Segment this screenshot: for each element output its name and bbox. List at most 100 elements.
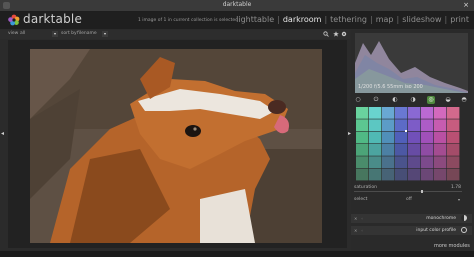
color-swatch (434, 156, 447, 169)
color-swatch (382, 156, 395, 169)
palette-icon[interactable]: ◎ (427, 96, 435, 104)
select-value[interactable]: off (406, 197, 412, 202)
sliders-icon[interactable]: ◒ (444, 96, 452, 104)
color-swatch (395, 168, 408, 181)
color-swatch (382, 131, 395, 144)
color-swatch (356, 107, 369, 119)
select-label: select (354, 197, 368, 202)
color-swatch (408, 144, 421, 156)
close-icon[interactable]: × (462, 1, 470, 9)
color-mapping-grid[interactable] (356, 107, 460, 181)
sort-label: sort by (61, 31, 77, 36)
window-titlebar: darktable × (0, 0, 474, 12)
color-swatch (408, 131, 421, 144)
photo-dog[interactable] (30, 49, 322, 243)
color-swatch (395, 156, 408, 169)
color-swatch (395, 107, 408, 119)
color-swatch (382, 168, 395, 181)
view-separator: | (370, 15, 373, 24)
color-swatch (434, 168, 447, 181)
power-icon[interactable]: ⏻ (372, 96, 380, 104)
color-swatch (356, 168, 369, 181)
saturation-slider[interactable] (354, 191, 462, 192)
search-icon[interactable] (323, 31, 329, 37)
color-swatch (447, 131, 460, 144)
color-swatch (408, 119, 421, 132)
profile-icon (461, 227, 467, 233)
module-monochrome[interactable]: ✕ ◦ monochrome (351, 214, 472, 223)
saturation-label: saturation (354, 185, 377, 190)
view-separator: | (277, 15, 280, 24)
color-swatch (382, 107, 395, 119)
more-modules-button[interactable]: more modules (434, 243, 470, 249)
color-wheel-icon[interactable]: ◑ (409, 96, 417, 104)
bottom-bar (0, 251, 474, 257)
color-swatch (421, 168, 434, 181)
color-swatch (369, 119, 382, 132)
color-swatch (356, 131, 369, 144)
color-swatch (421, 156, 434, 169)
color-swatch (369, 131, 382, 144)
color-swatch (421, 144, 434, 156)
color-swatch (395, 144, 408, 156)
histogram-exif-info: 1/200 f/5.6 55mm iso 200 (358, 84, 423, 90)
view-filter-dropdown[interactable]: ▾ (52, 31, 58, 37)
saturation-value: 1.78 (451, 185, 462, 190)
left-panel-toggle[interactable]: ◂ (1, 130, 4, 137)
module-input-color-profile[interactable]: ✕ ◦ input color profile (351, 226, 472, 235)
filter-bar: view all ▾ sort by filename ▾ (0, 30, 350, 39)
module-power-icon[interactable]: ◦ (361, 216, 363, 221)
view-print[interactable]: print (450, 15, 469, 24)
color-swatch (434, 119, 447, 132)
color-swatch (447, 144, 460, 156)
color-swatch (434, 107, 447, 119)
color-swatch (408, 107, 421, 119)
view-slideshow[interactable]: slideshow (402, 15, 441, 24)
darktable-logo (8, 14, 20, 26)
color-swatch (421, 119, 434, 132)
module-group-tabs: ○ ⏻ ◐ ◑ ◎ ◒ ◓ (352, 96, 472, 105)
color-swatch (382, 119, 395, 132)
module-name: monochrome (426, 216, 456, 221)
monochrome-icon (461, 215, 467, 221)
color-swatch (447, 168, 460, 181)
color-swatch (434, 131, 447, 144)
view-filter-label: view (8, 31, 19, 36)
color-swatch (421, 107, 434, 119)
color-swatch (408, 156, 421, 169)
color-swatch (369, 107, 382, 119)
module-close-icon[interactable]: ✕ (354, 228, 357, 233)
color-swatch (356, 156, 369, 169)
circle-half-icon[interactable]: ◓ (460, 96, 468, 104)
view-tethering[interactable]: tethering (330, 15, 367, 24)
color-swatch (447, 119, 460, 132)
color-swatch (434, 144, 447, 156)
color-swatch (395, 119, 408, 132)
view-lighttable[interactable]: lighttable (236, 15, 274, 24)
grid-marker (405, 130, 407, 132)
view-switcher: lighttable | darkroom | tethering | map … (236, 15, 469, 24)
gear-icon[interactable] (341, 31, 347, 37)
module-power-icon[interactable]: ◦ (361, 228, 363, 233)
view-darkroom[interactable]: darkroom (283, 15, 322, 24)
color-swatch (369, 144, 382, 156)
view-map[interactable]: map (376, 15, 394, 24)
app-name: darktable (23, 12, 83, 26)
module-name: input color profile (416, 228, 456, 233)
color-swatch (421, 131, 434, 144)
view-separator: | (324, 15, 328, 24)
half-circle-icon[interactable]: ◐ (391, 96, 399, 104)
color-swatch (369, 168, 382, 181)
sort-dropdown[interactable]: ▾ (102, 31, 108, 37)
sort-value[interactable]: filename (77, 31, 97, 36)
collection-info: 1 image of 1 in current collection is se… (138, 18, 239, 23)
view-filter-value[interactable]: all (20, 31, 25, 36)
color-swatch (447, 107, 460, 119)
window-title: darktable (222, 1, 252, 8)
saturation-slider-handle[interactable] (421, 190, 423, 193)
color-swatch (369, 156, 382, 169)
module-close-icon[interactable]: ✕ (354, 216, 357, 221)
star-icon[interactable] (333, 31, 339, 37)
select-dropdown-icon[interactable]: ▾ (458, 197, 460, 202)
circle-icon[interactable]: ○ (354, 96, 362, 104)
